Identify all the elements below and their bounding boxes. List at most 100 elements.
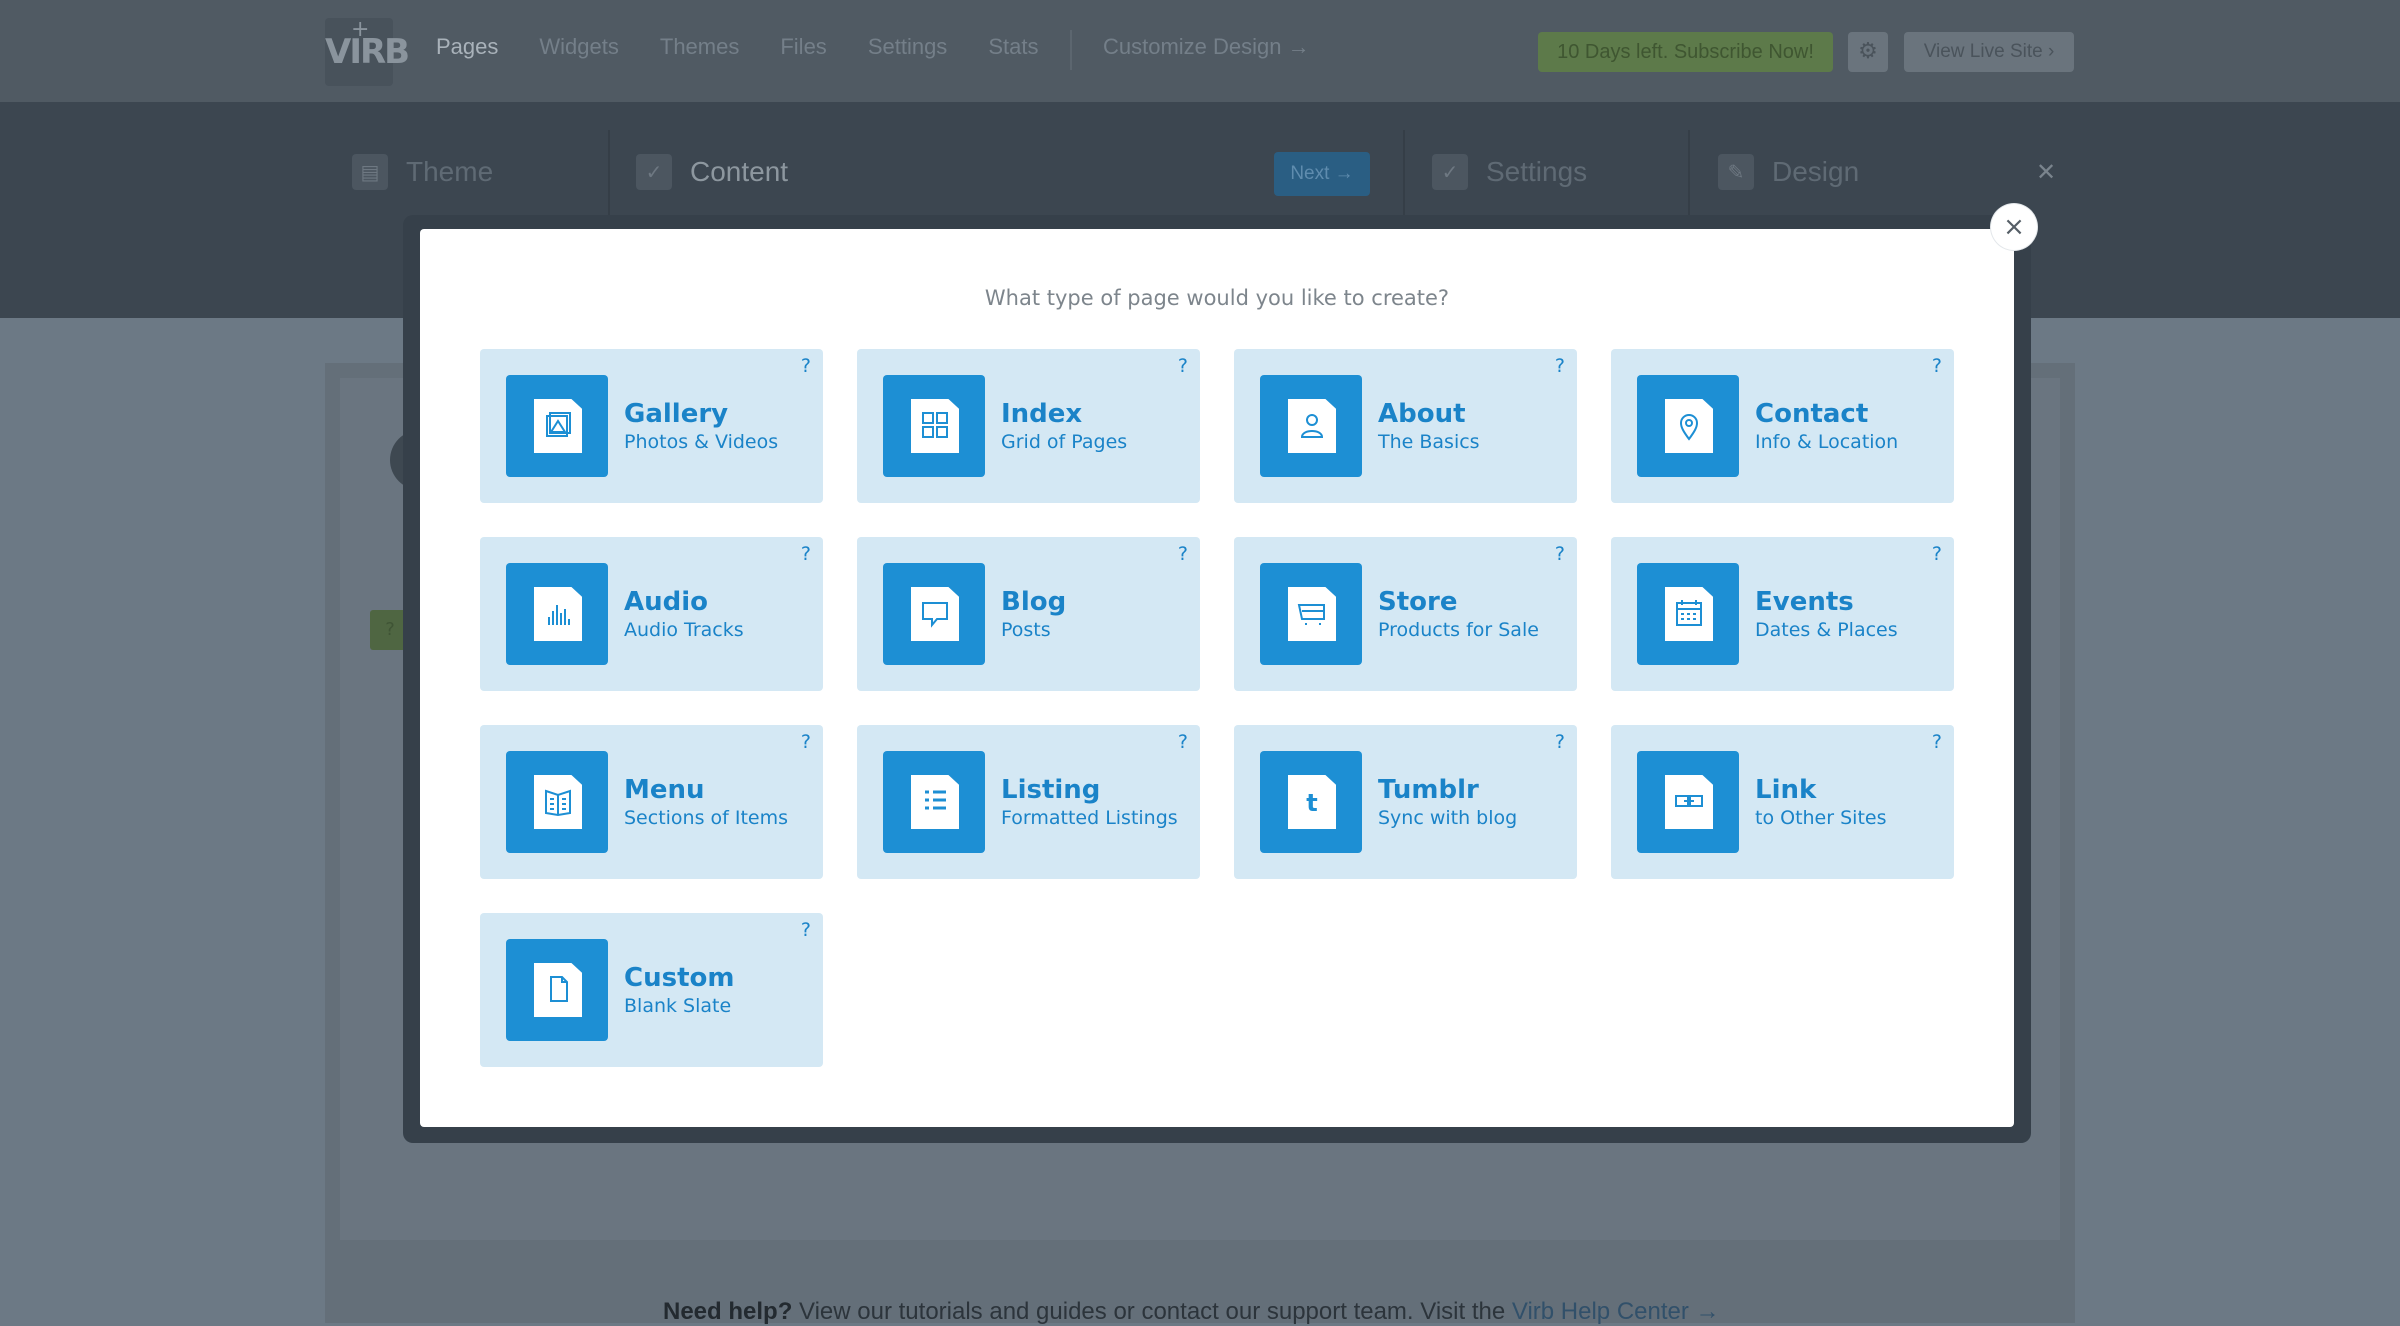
card-title: Link — [1755, 775, 1817, 805]
subscribe-button[interactable]: 10 Days left. Subscribe Now! — [1538, 32, 1833, 72]
card-title: Listing — [1001, 775, 1101, 805]
help-question-icon[interactable]: ? — [1555, 355, 1565, 377]
card-title: Blog — [1001, 587, 1067, 617]
page-type-card-link[interactable]: Link to Other Sites? — [1611, 725, 1954, 879]
modal-title: What type of page would you like to crea… — [984, 286, 1450, 310]
help-question-icon[interactable]: ? — [801, 731, 811, 753]
cart-icon — [1260, 563, 1362, 665]
doc-shape — [534, 587, 582, 641]
help-question-icon[interactable]: ? — [1178, 355, 1188, 377]
link-icon — [1637, 751, 1739, 853]
nav-themes[interactable]: Themes — [660, 34, 739, 60]
page-type-card-menu[interactable]: Menu Sections of Items? — [480, 725, 823, 879]
page-type-card-custom[interactable]: Custom Blank Slate? — [480, 913, 823, 1067]
layout-icon: ▤ — [352, 154, 388, 190]
help-text: Need help? View our tutorials and guides… — [663, 1298, 1720, 1326]
blank-doc-icon — [506, 939, 608, 1041]
doc-shape — [1665, 399, 1713, 453]
help-question-icon[interactable]: ? — [1555, 731, 1565, 753]
card-subtitle: Sync with blog — [1378, 807, 1518, 829]
page-type-card-gallery[interactable]: Gallery Photos & Videos? — [480, 349, 823, 503]
check-icon: ✓ — [1432, 154, 1468, 190]
help-question-icon[interactable]: ? — [1932, 543, 1942, 565]
card-subtitle: The Basics — [1378, 431, 1480, 453]
list-icon — [883, 751, 985, 853]
help-question-icon[interactable]: ? — [1178, 543, 1188, 565]
page-type-card-blog[interactable]: Blog Posts? — [857, 537, 1200, 691]
card-title: Events — [1755, 587, 1854, 617]
help-center-link[interactable]: Virb Help Center → — [1512, 1298, 1720, 1325]
nav-stats[interactable]: Stats — [988, 34, 1038, 60]
nav-files[interactable]: Files — [780, 34, 826, 60]
nav-widgets[interactable]: Widgets — [539, 34, 618, 60]
menu-book-icon — [506, 751, 608, 853]
nav-divider — [1070, 30, 1072, 70]
page-type-card-about[interactable]: About The Basics? — [1234, 349, 1577, 503]
virb-logo[interactable]: + VIRB — [325, 17, 410, 86]
tumblr-icon: t — [1260, 751, 1362, 853]
location-pin-icon — [1637, 375, 1739, 477]
nav-pages[interactable]: Pages — [436, 34, 498, 60]
doc-shape — [534, 399, 582, 453]
page-type-card-tumblr[interactable]: t Tumblr Sync with blog? — [1234, 725, 1577, 879]
card-title: Store — [1378, 587, 1458, 617]
doc-shape — [911, 587, 959, 641]
view-live-site-button[interactable]: View Live Site › — [1904, 32, 2074, 72]
card-title: Gallery — [624, 399, 729, 429]
modal-close-button[interactable]: × — [1991, 204, 2037, 250]
card-title: Tumblr — [1378, 775, 1479, 805]
nav-settings[interactable]: Settings — [868, 34, 948, 60]
doc-shape — [1288, 587, 1336, 641]
close-icon[interactable]: ✕ — [2036, 158, 2056, 186]
card-subtitle: to Other Sites — [1755, 807, 1887, 829]
calendar-icon — [1637, 563, 1739, 665]
card-subtitle: Dates & Places — [1755, 619, 1898, 641]
card-title: Index — [1001, 399, 1083, 429]
step-label: Design — [1772, 156, 1860, 187]
doc-shape — [534, 963, 582, 1017]
step-divider — [1688, 130, 1690, 218]
help-body: View our tutorials and guides or contact… — [792, 1298, 1512, 1325]
page-type-card-index[interactable]: Index Grid of Pages? — [857, 349, 1200, 503]
step-theme[interactable]: ▤ Theme — [352, 154, 493, 190]
doc-shape — [911, 399, 959, 453]
step-divider — [1403, 130, 1405, 218]
help-question-icon[interactable]: ? — [801, 919, 811, 941]
help-question-icon[interactable]: ? — [1178, 731, 1188, 753]
card-subtitle: Blank Slate — [624, 995, 732, 1017]
card-title: About — [1378, 399, 1466, 429]
speech-bubble-icon — [883, 563, 985, 665]
card-subtitle: Products for Sale — [1378, 619, 1539, 641]
step-label: Content — [690, 156, 789, 187]
help-bold: Need help? — [663, 1298, 793, 1325]
card-subtitle: Sections of Items — [624, 807, 789, 829]
gear-icon[interactable]: ⚙ — [1848, 32, 1888, 72]
person-icon — [1260, 375, 1362, 477]
card-subtitle: Photos & Videos — [624, 431, 779, 453]
check-icon: ✓ — [636, 154, 672, 190]
help-question-icon[interactable]: ? — [1932, 355, 1942, 377]
doc-shape — [534, 775, 582, 829]
page-type-card-listing[interactable]: Listing Formatted Listings? — [857, 725, 1200, 879]
customize-design-link[interactable]: Customize Design → — [1103, 34, 1310, 60]
next-button[interactable]: Next → — [1274, 152, 1370, 196]
page-type-card-events[interactable]: Events Dates & Places? — [1611, 537, 1954, 691]
doc-shape — [1288, 399, 1336, 453]
help-question-icon[interactable]: ? — [801, 355, 811, 377]
gallery-icon — [506, 375, 608, 477]
card-subtitle: Posts — [1001, 619, 1051, 641]
page-type-card-contact[interactable]: Contact Info & Location? — [1611, 349, 1954, 503]
card-title: Custom — [624, 963, 735, 993]
step-design[interactable]: ✎ Design — [1718, 154, 1859, 190]
doc-shape — [1665, 775, 1713, 829]
step-settings[interactable]: ✓ Settings — [1432, 154, 1587, 190]
step-content[interactable]: ✓ Content — [636, 154, 788, 190]
help-question-icon[interactable]: ? — [1932, 731, 1942, 753]
main-nav: Pages Widgets Themes Files Settings Stat… — [436, 34, 1079, 60]
help-question-icon[interactable]: ? — [1555, 543, 1565, 565]
help-question-icon[interactable]: ? — [801, 543, 811, 565]
page-type-card-store[interactable]: Store Products for Sale? — [1234, 537, 1577, 691]
audio-bars-icon — [506, 563, 608, 665]
page-type-card-audio[interactable]: Audio Audio Tracks? — [480, 537, 823, 691]
brush-icon: ✎ — [1718, 154, 1754, 190]
